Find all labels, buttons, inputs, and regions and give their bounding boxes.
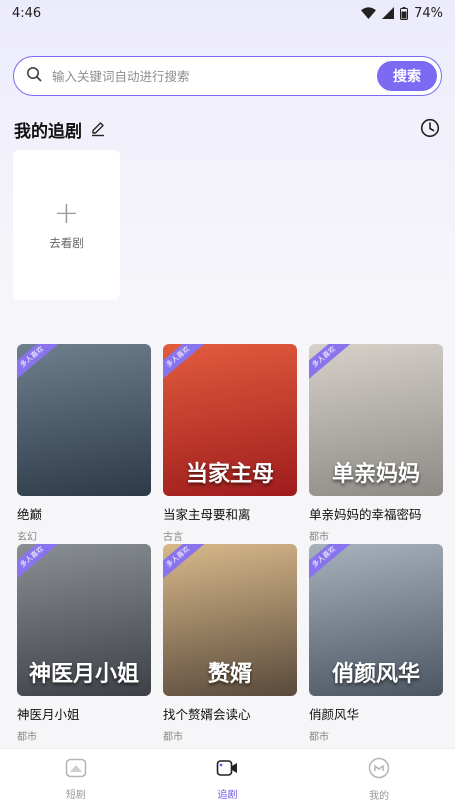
tab-label: 我的 [369, 790, 390, 802]
status-time: 4:46 [12, 5, 42, 21]
drama-card[interactable]: 多人喜欢 赘婿 找个赘婿会读心 都市 [163, 544, 297, 744]
status-bar: 4:46 74% [0, 0, 455, 26]
tab-label: 追剧 [217, 789, 238, 801]
drama-genre: 都市 [163, 732, 183, 743]
tab-follow[interactable]: 追剧 [187, 758, 267, 801]
home-icon [65, 758, 87, 782]
status-icons: 74% [361, 6, 443, 21]
bottom-tab-bar: 短剧 追剧 我的 [0, 748, 455, 809]
drama-card[interactable]: 多人喜欢 当家主母 当家主母要和离 古言 [163, 344, 297, 544]
poster-text: 当家主母 [185, 460, 274, 487]
popular-ribbon: 多人喜欢 [163, 344, 210, 385]
search-icon [26, 66, 42, 86]
tab-shorts[interactable]: 短剧 [36, 758, 116, 801]
search-bar: 搜索 [13, 56, 442, 96]
drama-title[interactable]: 单亲妈妈的幸福密码 [309, 504, 443, 523]
drama-card[interactable]: 多人喜欢 神医月小姐 神医月小姐 都市 [17, 544, 151, 744]
poster-text: 赘婿 [207, 660, 252, 687]
drama-title[interactable]: 找个赘婿会读心 [163, 704, 297, 723]
drama-genre: 都市 [17, 732, 37, 743]
add-drama-card[interactable]: + 去看剧 [13, 150, 120, 300]
tab-profile[interactable]: 我的 [339, 757, 419, 802]
tab-label: 短剧 [65, 789, 86, 801]
history-icon[interactable] [420, 118, 440, 138]
profile-icon [368, 757, 390, 783]
battery-percent: 74% [414, 5, 443, 21]
section-title: 我的追剧 [14, 121, 82, 142]
add-drama-label: 去看剧 [49, 236, 84, 250]
drama-poster[interactable]: 多人喜欢 单亲妈妈 [309, 344, 443, 496]
drama-poster[interactable]: 多人喜欢 [17, 344, 151, 496]
my-follow-header: 我的追剧 [14, 116, 440, 142]
search-button[interactable]: 搜索 [377, 61, 437, 91]
popular-ribbon: 多人喜欢 [17, 544, 64, 585]
drama-title[interactable]: 当家主母要和离 [163, 504, 297, 523]
drama-poster[interactable]: 多人喜欢 俏颜风华 [309, 544, 443, 696]
poster-text: 单亲妈妈 [331, 460, 420, 487]
popular-ribbon: 多人喜欢 [309, 544, 356, 585]
popular-ribbon: 多人喜欢 [17, 344, 64, 385]
drama-card[interactable]: 多人喜欢 绝巅 玄幻 [17, 344, 151, 544]
popular-ribbon: 多人喜欢 [163, 544, 210, 585]
video-icon [216, 758, 238, 782]
drama-title[interactable]: 绝巅 [17, 504, 151, 523]
edit-icon[interactable] [90, 121, 106, 137]
drama-poster[interactable]: 多人喜欢 赘婿 [163, 544, 297, 696]
drama-card[interactable]: 多人喜欢 单亲妈妈 单亲妈妈的幸福密码 都市 [309, 344, 443, 544]
drama-title[interactable]: 神医月小姐 [17, 704, 151, 723]
wifi-icon [361, 7, 377, 19]
drama-card[interactable]: 多人喜欢 俏颜风华 俏颜风华 都市 [309, 544, 443, 744]
signal-icon [382, 7, 395, 19]
drama-genre: 都市 [309, 732, 329, 743]
drama-genre: 玄幻 [17, 532, 37, 543]
drama-poster[interactable]: 多人喜欢 当家主母 [163, 344, 297, 496]
drama-poster[interactable]: 多人喜欢 神医月小姐 [17, 544, 151, 696]
poster-text: 俏颜风华 [331, 660, 420, 687]
popular-ribbon: 多人喜欢 [309, 344, 356, 385]
poster-text: 神医月小姐 [28, 660, 139, 687]
plus-icon: + [53, 196, 80, 231]
drama-grid: 多人喜欢 绝巅 玄幻 多人喜欢 当家主母 当家主母要和离 古言 多人喜欢 单亲妈… [17, 344, 443, 744]
drama-title[interactable]: 俏颜风华 [309, 704, 443, 723]
drama-genre: 都市 [309, 532, 329, 543]
battery-icon [400, 6, 409, 20]
drama-genre: 古言 [163, 532, 183, 543]
